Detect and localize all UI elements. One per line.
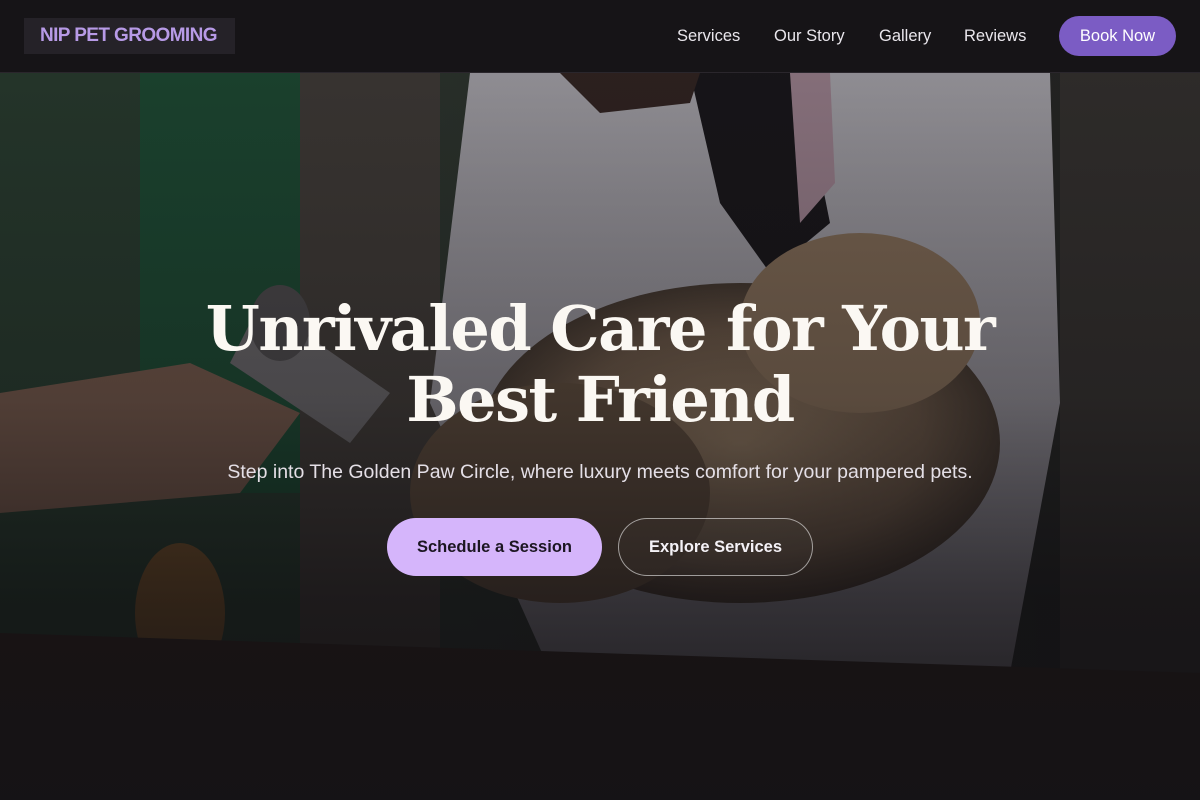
schedule-session-button[interactable]: Schedule a Session [387, 518, 602, 576]
nav-link-gallery[interactable]: Gallery [879, 24, 931, 48]
hero-heading-line-2: Best Friend [406, 363, 795, 436]
hero-heading: Unrivaled Care for Your Best Friend [100, 293, 1100, 435]
site-logo[interactable]: NIP PET GROOMING [24, 18, 235, 54]
book-now-button[interactable]: Book Now [1059, 16, 1176, 56]
site-header: NIP PET GROOMING Services Our Story Gall… [0, 0, 1200, 73]
hero-section: Unrivaled Care for Your Best Friend Step… [0, 73, 1200, 800]
nav-link-services[interactable]: Services [677, 24, 740, 48]
hero-heading-line-1: Unrivaled Care for Your [205, 292, 996, 365]
hero-dark-overlay [0, 73, 1200, 800]
hero-subtitle: Step into The Golden Paw Circle, where l… [227, 461, 973, 483]
nav-link-reviews[interactable]: Reviews [964, 24, 1026, 48]
nav-link-our-story[interactable]: Our Story [774, 24, 845, 48]
explore-services-button[interactable]: Explore Services [618, 518, 813, 576]
